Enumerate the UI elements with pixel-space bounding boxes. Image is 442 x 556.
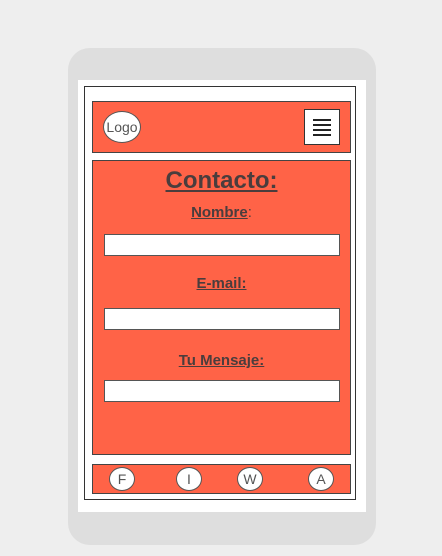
social-link-f[interactable]: F	[109, 467, 135, 491]
hamburger-menu-icon	[313, 133, 331, 136]
name-field[interactable]	[104, 234, 340, 256]
social-link-a[interactable]: A	[308, 467, 334, 491]
social-link-w[interactable]: W	[237, 467, 263, 491]
hamburger-menu-icon	[313, 128, 331, 131]
site-footer: F I W A	[92, 464, 351, 494]
email-label: E-mail:	[196, 275, 247, 292]
site-header: Logo	[92, 101, 351, 153]
name-label-colon: :	[247, 204, 252, 221]
email-field[interactable]	[104, 308, 340, 330]
social-link-i[interactable]: I	[176, 467, 202, 491]
message-label-row: Tu Mensaje:	[93, 352, 350, 369]
email-label-row: E-mail:	[93, 275, 350, 292]
name-label-row: Nombre:	[93, 204, 350, 221]
logo[interactable]: Logo	[103, 111, 141, 143]
contact-section: Contacto: Nombre: E-mail: Tu Mensaje:	[92, 160, 351, 455]
hamburger-menu-icon	[313, 123, 331, 126]
message-label: Tu Mensaje:	[178, 352, 265, 369]
hamburger-menu-icon	[313, 118, 331, 121]
hamburger-menu-button[interactable]	[304, 109, 340, 145]
message-field[interactable]	[104, 380, 340, 402]
page-title: Contacto:	[165, 167, 278, 194]
name-label: Nombre	[191, 204, 248, 221]
